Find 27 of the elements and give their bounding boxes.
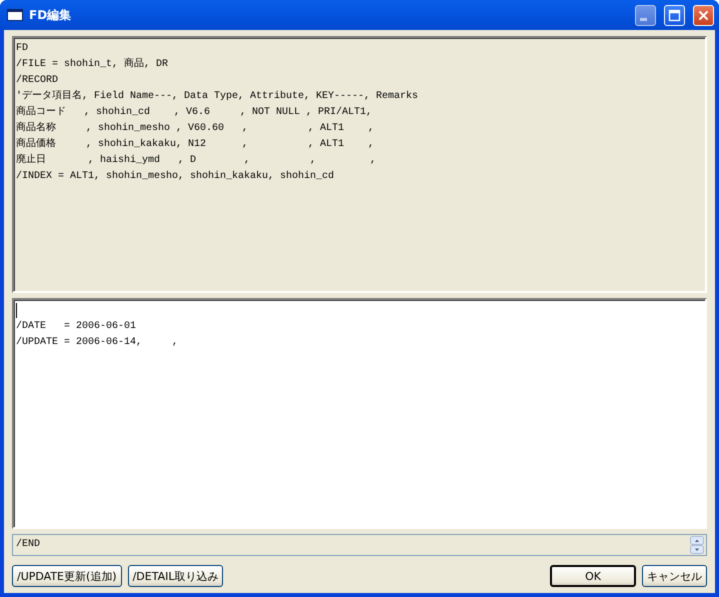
- field-value: /END: [16, 538, 40, 552]
- definition-text-area[interactable]: [12, 36, 707, 293]
- text-line: 商品名称 , shohin_mesho , V60.60 , , ALT1 ,: [16, 121, 376, 136]
- maximize-button[interactable]: [664, 4, 685, 26]
- text-line: /FILE = shohin_t, 商品, DR: [16, 57, 170, 72]
- action-button[interactable]: /DETAIL取り込み: [128, 565, 224, 587]
- text-line: 'データ項目名, Field Name---, Data Type, Attribute, KEY-----, Remarks: [16, 89, 420, 104]
- window-title: FD編集: [29, 6, 72, 24]
- text-line: /UPDATE = 2006-06-14, ,: [16, 336, 180, 350]
- close-button[interactable]: [693, 4, 714, 26]
- text-line: 商品価格 , shohin_kakaku, N12 , , ALT1 ,: [16, 137, 376, 152]
- spin-control[interactable]: [690, 536, 704, 554]
- text-cursor: [16, 303, 17, 318]
- end-field[interactable]: /END: [12, 534, 707, 556]
- action-button[interactable]: /UPDATE更新(追加): [12, 565, 122, 587]
- text-line: /RECORD: [16, 74, 60, 88]
- cancel-button[interactable]: キャンセル: [642, 565, 707, 587]
- window-icon: [7, 9, 23, 21]
- detail-text-area[interactable]: /DATE = 2006-06-01 /UPDATE = 2006-06-14, ,: [12, 298, 707, 529]
- text-line: 商品コード , shohin_cd , V6.6 , NOT NULL , PRI/ALT1,: [16, 105, 374, 120]
- text-line: /DATE = 2006-06-01: [16, 320, 138, 334]
- ok-button[interactable]: OK: [550, 565, 636, 587]
- minimize-icon: [640, 18, 646, 21]
- minimize-button[interactable]: [635, 4, 656, 26]
- text-line: /INDEX = ALT1, shohin_mesho, shohin_kakaku, shohin_cd: [16, 170, 336, 184]
- text-line: 廃止日 , haishi_ymd , D , , ,: [16, 153, 378, 168]
- text-line: FD: [16, 42, 30, 56]
